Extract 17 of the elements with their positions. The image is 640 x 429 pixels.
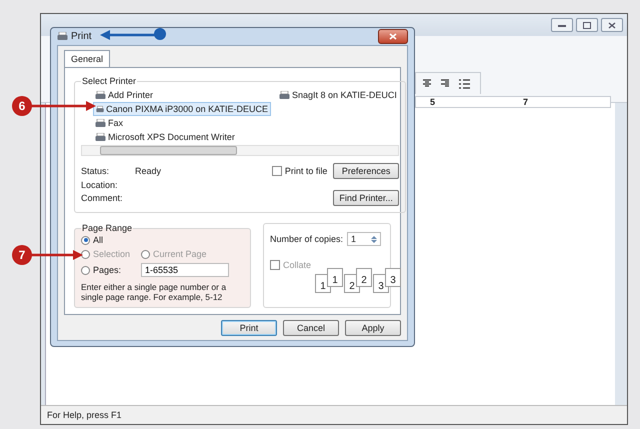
ruler-number: 7 xyxy=(523,97,528,107)
copies-label: Number of copies: xyxy=(270,234,344,244)
collate-pages: 2 2 xyxy=(344,268,372,292)
status-value: Ready xyxy=(135,166,162,176)
hint-text: Enter either a single page number or a single page range. For example, 5-12 xyxy=(81,282,228,302)
collate-pages: 3 3 xyxy=(373,268,400,292)
status-text: For Help, press F1 xyxy=(47,410,122,420)
group-label: Select Printer xyxy=(81,76,138,86)
field-label: Comment: xyxy=(81,193,124,203)
collate-pages: 1 1 xyxy=(315,268,342,292)
step-badge: 6 xyxy=(12,96,32,116)
ruler-number: 5 xyxy=(430,97,436,107)
field-label: Status: xyxy=(81,166,110,176)
dialog-title: Print xyxy=(71,31,92,42)
group-label: Page Range xyxy=(81,223,134,233)
field-label: Location: xyxy=(81,180,119,190)
step-badge: 7 xyxy=(12,245,32,265)
